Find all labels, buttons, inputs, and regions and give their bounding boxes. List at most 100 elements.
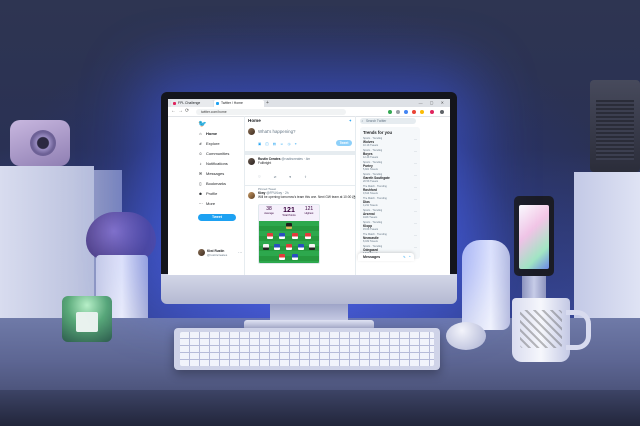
trend-count: 10.1K Tweets: [363, 144, 379, 147]
extension-icon[interactable]: [404, 109, 408, 114]
more-icon[interactable]: ⋯: [414, 173, 417, 177]
reload-button[interactable]: ⟳: [185, 108, 189, 115]
extension-icon[interactable]: [396, 109, 400, 114]
tweet-button[interactable]: Tweet: [198, 214, 236, 221]
more-icon[interactable]: ⋯: [414, 161, 417, 165]
messages-drawer[interactable]: Messages ✎ ⌃: [358, 253, 414, 261]
tab-fpl[interactable]: FPL Challenge: [171, 100, 213, 107]
sidebar-item-bookmarks[interactable]: ▯ Bookmarks: [198, 180, 226, 187]
fpl-team-card[interactable]: 38 Average 121 Total Points 121 Highest: [258, 204, 320, 264]
trend-count: 12.4K Tweets: [363, 156, 379, 159]
search-input[interactable]: ⌕ Search Twitter: [360, 118, 416, 124]
trend-item[interactable]: The Match · Trending Dias 4,211 Tweets ⋯: [363, 197, 418, 208]
mail-icon: ✉: [198, 171, 203, 176]
trend-count: 9,614 Tweets: [363, 192, 378, 195]
sidebar-item-profile[interactable]: ☻ Profile: [198, 190, 217, 197]
home-icon: ⌂: [199, 131, 202, 136]
mug-illustration: [520, 310, 562, 348]
more-icon[interactable]: ⋯: [238, 250, 242, 255]
player-shirt-icon: [305, 233, 311, 239]
candle-label: [76, 312, 98, 332]
trend-item[interactable]: Sports · Trending Gareth Southgate 20.5K T…: [363, 173, 418, 184]
twitter-sidebar: 🐦 ⌂ Home # Explore ☺ Communities ♪ Notificat…: [168, 116, 244, 275]
menu-icon[interactable]: [440, 109, 444, 114]
player-shirt-icon: [279, 254, 285, 260]
sidebar-item-home[interactable]: ⌂ Home: [198, 130, 217, 137]
compose-input[interactable]: What's happening?: [258, 129, 295, 134]
sidebar-item-explore[interactable]: # Explore: [198, 140, 219, 147]
player-shirt-icon: [263, 244, 269, 250]
sparkle-icon[interactable]: ✦: [349, 118, 352, 123]
profile-icon[interactable]: [430, 109, 434, 114]
more-icon[interactable]: ⋯: [414, 197, 417, 201]
more-icon[interactable]: ⋯: [414, 137, 417, 141]
twitter-favicon-icon: [216, 102, 219, 105]
tweet-card[interactable]: Pinned Tweet Kiwy @FPLKiwy · 2h Will be …: [245, 186, 356, 275]
tab-label: Twitter / Home: [221, 101, 243, 105]
sidebar-item-messages[interactable]: ✉ Messages: [198, 170, 224, 177]
more-icon[interactable]: ⋯: [414, 245, 417, 249]
sidebar-item-label: Bookmarks: [206, 181, 227, 186]
extension-icon[interactable]: [420, 109, 424, 114]
tweet-card[interactable]: Rustin Creates @rustincreates · 4m Fullb…: [245, 155, 355, 186]
new-tab-button[interactable]: +: [266, 100, 269, 107]
tweet-actions[interactable]: ♡ ⇄ ♥ ⇪: [258, 175, 313, 179]
search-icon: ⌕: [361, 119, 364, 123]
player-shirt-icon: [292, 254, 298, 260]
compose-tweet-button[interactable]: Tweet: [336, 140, 352, 146]
right-sidebar: ⌕ Search Twitter Trends for you Sports ·…: [356, 116, 450, 275]
trend-item[interactable]: Sports · Trending Boyes 12.4K Tweets ⋯: [363, 149, 418, 160]
extension-icon[interactable]: [412, 109, 416, 114]
instant-camera: [10, 120, 70, 166]
window-controls[interactable]: — ▢ ✕: [419, 100, 447, 105]
flower-plant: [86, 212, 156, 260]
trends-title: Trends for you: [363, 130, 393, 135]
trend-item[interactable]: Sports · Trending Arsenal 110K Tweets ⋯: [363, 209, 418, 220]
trend-item[interactable]: Sports · Trending Wolves 10.1K Tweets ⋯: [363, 137, 418, 148]
page-title: Home: [248, 118, 261, 123]
forward-button[interactable]: →: [178, 108, 183, 115]
player-shirt-icon: [292, 233, 298, 239]
more-icon[interactable]: ⋯: [414, 233, 417, 237]
player-shirt-icon: [286, 244, 292, 250]
fpl-average-stat: 38 Average: [260, 207, 278, 216]
compose-toolbar-icons[interactable]: ▣ ◫ ▤ ☺ ◷ ⌖: [258, 142, 298, 146]
back-button[interactable]: ←: [171, 108, 176, 115]
sidebar-item-label: Notifications: [206, 161, 228, 166]
sidebar-item-notifications[interactable]: ♪ Notifications: [198, 160, 228, 167]
apple-logo-icon: [303, 281, 315, 295]
url-field[interactable]: twitter.com/home: [196, 108, 346, 115]
keyboard-key-rows: [180, 332, 434, 366]
fpl-favicon-icon: [173, 102, 176, 105]
more-icon[interactable]: ⋯: [414, 185, 417, 189]
mug-handle: [566, 310, 591, 350]
sidebar-item-more[interactable]: ⋯ More: [198, 200, 216, 207]
more-icon[interactable]: ⋯: [414, 149, 417, 153]
trend-item[interactable]: The Match · Trending Rashford 9,614 Tweets…: [363, 185, 418, 196]
profile-handle: @rustincreates: [207, 253, 228, 257]
search-placeholder: Search Twitter: [366, 119, 387, 123]
trend-item[interactable]: Sports · Trending Partey 5,821 Tweets ⋯: [363, 161, 418, 172]
sidebar-item-label: Home: [206, 131, 218, 136]
more-icon[interactable]: ⋯: [414, 209, 417, 213]
trend-item[interactable]: The Match · Trending Newcastle 8,032 Tweet…: [363, 233, 418, 244]
player-shirt-icon: [286, 223, 292, 229]
trend-item[interactable]: Sports · Trending Klopp 15.6K Tweets ⋯: [363, 221, 418, 232]
keyboard: [174, 328, 440, 370]
account-switcher[interactable]: Kiwi Rustin @rustincreates ⋯: [198, 249, 242, 257]
sidebar-item-communities[interactable]: ☺ Communities: [198, 150, 229, 157]
avatar: [248, 192, 255, 199]
twitter-bird-icon[interactable]: 🐦: [198, 120, 207, 128]
tab-twitter[interactable]: Twitter / Home: [214, 100, 264, 107]
trend-count: 20.5K Tweets: [363, 180, 379, 183]
trend-count: 4,211 Tweets: [363, 204, 378, 207]
player-shirt-icon: [274, 244, 280, 250]
sidebar-item-label: Messages: [206, 171, 225, 176]
messages-drawer-icons[interactable]: ✎ ⌃: [403, 253, 412, 261]
trend-count: 8,032 Tweets: [363, 240, 378, 243]
player-shirt-icon: [298, 244, 304, 250]
camera-lens-icon: [30, 130, 56, 156]
fpl-highest-stat: 121 Highest: [300, 207, 318, 216]
extension-icon[interactable]: [388, 109, 392, 114]
more-icon[interactable]: ⋯: [414, 221, 417, 225]
